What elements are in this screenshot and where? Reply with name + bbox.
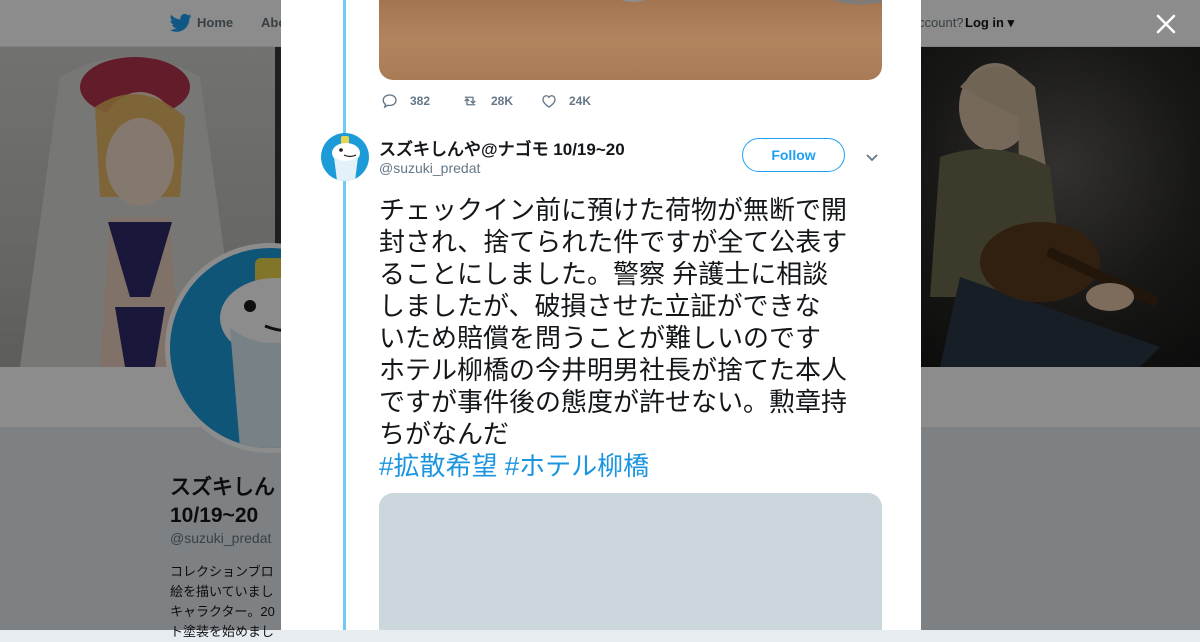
- tweet-author-handle[interactable]: @suzuki_predat: [379, 160, 480, 176]
- chevron-down-icon[interactable]: [865, 150, 879, 164]
- like-count: 24K: [569, 94, 592, 108]
- tweet-text-line: ホテル柳橋の今井明男社長が捨てた本人: [379, 355, 848, 385]
- hashtag-link[interactable]: #拡散希望: [379, 451, 497, 481]
- tweet-text-line: しましたが、破損させた立証ができな: [379, 291, 821, 321]
- hashtag-line: #拡散希望 #ホテル柳橋: [379, 450, 889, 482]
- tweet-text-line: ちがなんだ: [379, 419, 510, 449]
- previous-tweet-media[interactable]: [379, 0, 882, 80]
- tweet-author-avatar[interactable]: [321, 133, 369, 181]
- like-action[interactable]: 24K: [540, 92, 591, 110]
- retweet-icon: [464, 96, 476, 106]
- close-icon[interactable]: [1154, 12, 1178, 36]
- reply-count: 382: [410, 94, 431, 108]
- retweet-action[interactable]: 28K: [460, 92, 513, 110]
- tweet-author-name[interactable]: スズキしんや@ナゴモ 10/19~20: [379, 135, 625, 160]
- reply-action[interactable]: 382: [381, 92, 430, 110]
- tweet-text-line: ですが事件後の態度が許せない。勲章持: [379, 387, 848, 417]
- tweet-text-line: いため賠償を問うことが難しいのです: [379, 323, 822, 353]
- tweet-media-placeholder[interactable]: [379, 493, 882, 630]
- reply-icon: [382, 94, 397, 109]
- follow-button[interactable]: Follow: [742, 138, 845, 172]
- tweet-text-line: ることにしました。警察 弁護士に相談: [379, 259, 829, 289]
- thread-connector-line: [343, 0, 346, 630]
- tweet-modal: 382 28K 24K スズキしんや@ナゴモ 10/19~20 @suzuki_…: [281, 0, 921, 630]
- hashtag-link[interactable]: #ホテル柳橋: [505, 451, 649, 481]
- tweet-text-line: 封され、捨てられた件ですが全て公表す: [379, 227, 848, 257]
- tweet-text: チェックイン前に預けた荷物が無断で開 封され、捨てられた件ですが全て公表す るこ…: [379, 194, 889, 482]
- heart-icon: [542, 95, 556, 108]
- retweet-count: 28K: [491, 94, 514, 108]
- tweet-text-line: チェックイン前に預けた荷物が無断で開: [379, 195, 848, 225]
